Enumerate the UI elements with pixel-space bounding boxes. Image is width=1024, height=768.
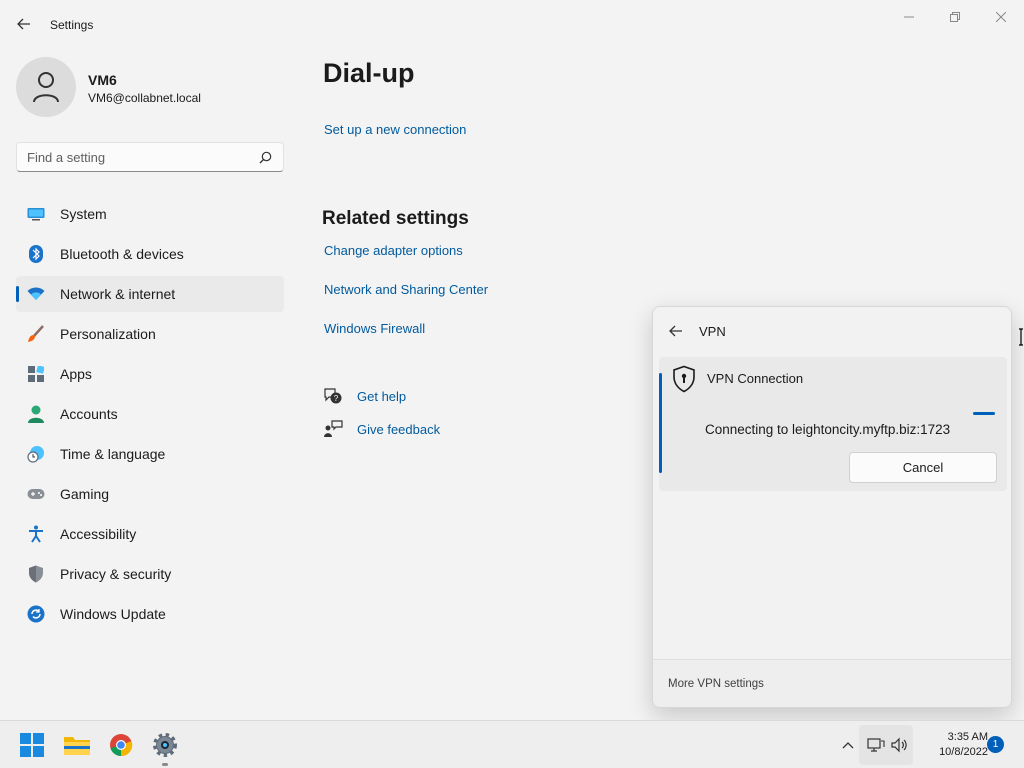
sidebar-item-label: Accessibility bbox=[60, 526, 137, 542]
sidebar-item-label: Accounts bbox=[60, 406, 118, 422]
network-vpn-icon[interactable] bbox=[864, 733, 888, 757]
minimize-button[interactable] bbox=[886, 6, 932, 28]
gamepad-icon bbox=[26, 484, 46, 504]
sidebar-nav: System Bluetooth & devices Network & int… bbox=[16, 196, 284, 636]
sidebar-item-windows-update[interactable]: Windows Update bbox=[16, 596, 284, 632]
settings-icon[interactable] bbox=[149, 729, 181, 761]
system-icon bbox=[26, 204, 46, 224]
clock-time: 3:35 AM bbox=[947, 731, 988, 743]
related-settings-heading: Related settings bbox=[322, 208, 469, 229]
vpn-flyout: VPN VPN Connection Connecting to leighto… bbox=[652, 306, 1012, 708]
sidebar-item-time-language[interactable]: Time & language bbox=[16, 436, 284, 472]
vpn-flyout-title: VPN bbox=[699, 323, 726, 339]
setup-new-connection-link[interactable]: Set up a new connection bbox=[324, 122, 466, 137]
network-sharing-center-link[interactable]: Network and Sharing Center bbox=[324, 282, 488, 297]
start-icon[interactable] bbox=[16, 729, 48, 761]
chrome-icon[interactable] bbox=[105, 729, 137, 761]
volume-icon[interactable] bbox=[888, 733, 912, 757]
clock-globe-icon bbox=[26, 444, 46, 464]
get-help-link[interactable]: Get help bbox=[357, 389, 406, 404]
sidebar-item-personalization[interactable]: Personalization bbox=[16, 316, 284, 352]
help-icon: ? bbox=[322, 386, 344, 406]
give-feedback-row[interactable]: Give feedback bbox=[322, 419, 440, 439]
vpn-connection-name: VPN Connection bbox=[707, 371, 804, 386]
cancel-button[interactable]: Cancel bbox=[849, 452, 997, 483]
vpn-connection-card[interactable]: VPN Connection Connecting to leightoncit… bbox=[659, 357, 1007, 491]
clock-date: 10/8/2022 bbox=[939, 746, 988, 758]
file-explorer-icon[interactable] bbox=[61, 729, 93, 761]
user-icon bbox=[33, 72, 59, 103]
change-adapter-options-link[interactable]: Change adapter options bbox=[324, 243, 463, 258]
sidebar-item-privacy[interactable]: Privacy & security bbox=[16, 556, 284, 592]
close-button[interactable] bbox=[978, 6, 1024, 28]
flyout-back-button[interactable] bbox=[665, 320, 687, 342]
search-icon[interactable] bbox=[257, 149, 273, 165]
back-button[interactable] bbox=[10, 12, 38, 36]
feedback-icon bbox=[322, 419, 344, 439]
sidebar-item-label: Time & language bbox=[60, 446, 166, 462]
profile-email: VM6@collabnet.local bbox=[88, 91, 201, 105]
connecting-progress-indicator bbox=[973, 412, 995, 415]
maximize-button[interactable] bbox=[932, 6, 978, 28]
sidebar-item-label: Network & internet bbox=[60, 286, 176, 302]
sidebar-item-apps[interactable]: Apps bbox=[16, 356, 284, 392]
minimize-icon bbox=[904, 16, 914, 18]
back-arrow-icon bbox=[17, 18, 30, 30]
update-icon bbox=[26, 604, 46, 624]
title-bar: Settings bbox=[0, 0, 1024, 48]
sidebar-item-label: Apps bbox=[60, 366, 92, 382]
brush-icon bbox=[26, 324, 46, 344]
running-app-indicator bbox=[162, 763, 168, 766]
sidebar-item-label: Privacy & security bbox=[60, 566, 172, 582]
profile-name: VM6 bbox=[88, 72, 117, 88]
wifi-icon bbox=[26, 284, 46, 304]
windows-firewall-link[interactable]: Windows Firewall bbox=[324, 321, 425, 336]
sidebar-item-accounts[interactable]: Accounts bbox=[16, 396, 284, 432]
sidebar-item-gaming[interactable]: Gaming bbox=[16, 476, 284, 512]
get-help-row[interactable]: ? Get help bbox=[322, 386, 406, 406]
apps-icon bbox=[26, 364, 46, 384]
sidebar-item-label: Windows Update bbox=[60, 606, 166, 622]
vpn-connection-status: Connecting to leightoncity.myftp.biz:172… bbox=[705, 422, 951, 437]
sidebar-item-label: Gaming bbox=[60, 486, 110, 502]
taskbar: 3:35 AM 10/8/2022 bbox=[0, 720, 1024, 768]
window-title: Settings bbox=[50, 18, 94, 32]
search-input[interactable] bbox=[27, 149, 257, 165]
sidebar-item-label: Bluetooth & devices bbox=[60, 246, 184, 262]
person-icon bbox=[26, 404, 46, 424]
svg-text:?: ? bbox=[334, 394, 339, 403]
avatar[interactable] bbox=[16, 57, 76, 117]
sidebar-item-network[interactable]: Network & internet bbox=[16, 276, 284, 312]
search-box[interactable] bbox=[16, 142, 284, 172]
give-feedback-link[interactable]: Give feedback bbox=[357, 422, 440, 437]
back-arrow-icon bbox=[669, 325, 682, 337]
vpn-flyout-header: VPN bbox=[653, 307, 1011, 355]
more-vpn-settings-link[interactable]: More VPN settings bbox=[668, 678, 764, 690]
sidebar-item-bluetooth[interactable]: Bluetooth & devices bbox=[16, 236, 284, 272]
sidebar-item-accessibility[interactable]: Accessibility bbox=[16, 516, 284, 552]
bluetooth-icon bbox=[26, 244, 46, 264]
text-cursor-icon bbox=[1019, 328, 1023, 346]
show-hidden-icons-chevron-up-icon[interactable] bbox=[836, 733, 860, 757]
sidebar-item-system[interactable]: System bbox=[16, 196, 284, 232]
page-title: Dial-up bbox=[323, 58, 415, 88]
sidebar-item-label: System bbox=[60, 206, 107, 222]
accessibility-icon bbox=[26, 524, 46, 544]
maximize-icon bbox=[950, 12, 960, 22]
shield-icon bbox=[26, 564, 46, 584]
vpn-flyout-footer: More VPN settings bbox=[653, 659, 1011, 707]
vpn-shield-icon bbox=[671, 365, 697, 393]
sidebar-item-label: Personalization bbox=[60, 326, 156, 342]
close-icon bbox=[996, 12, 1006, 22]
taskbar-clock[interactable]: 3:35 AM 10/8/2022 bbox=[918, 730, 988, 760]
notification-badge[interactable]: 1 bbox=[987, 736, 1004, 753]
